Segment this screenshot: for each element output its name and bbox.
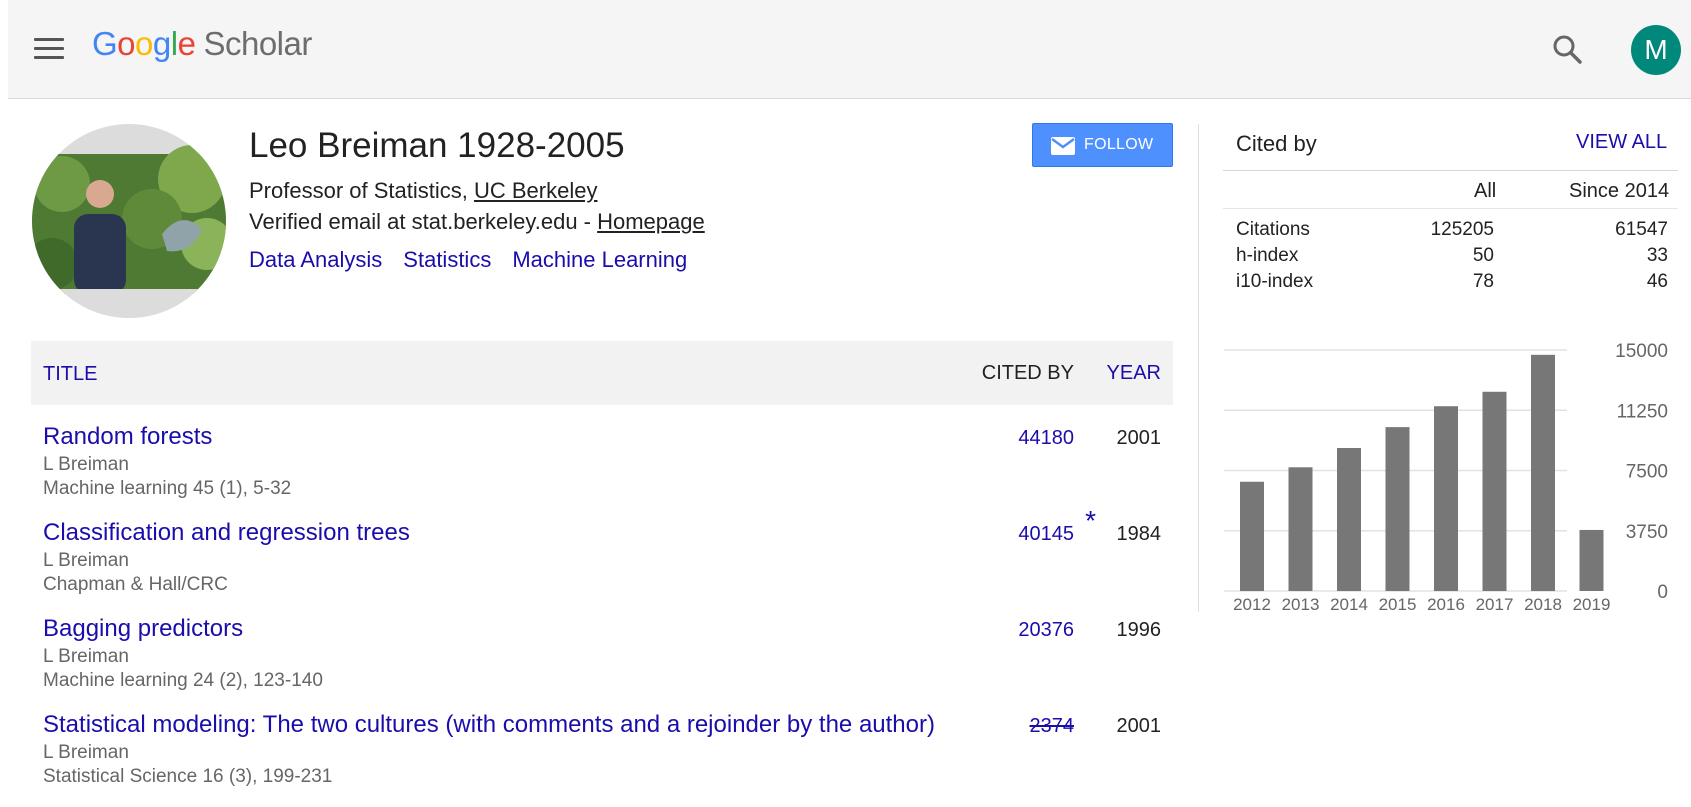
account-avatar[interactable]: M xyxy=(1631,25,1681,75)
y-tick-label: 0 xyxy=(1657,582,1668,603)
stat-label: i10-index xyxy=(1236,271,1314,292)
follow-button[interactable]: FOLLOW xyxy=(1032,123,1173,167)
bar-2019[interactable] xyxy=(1579,529,1604,591)
article-authors: L Breiman xyxy=(43,454,129,475)
email-text: Verified email at stat.berkeley.edu - xyxy=(249,209,598,234)
bar-2013[interactable] xyxy=(1288,467,1313,591)
stat-all: 78 xyxy=(1472,271,1494,292)
col-since-header: Since 2014 xyxy=(1569,180,1670,202)
citation-stat-row: Citations 125205 61547 xyxy=(1236,219,1668,243)
stat-all: 125205 xyxy=(1430,219,1494,240)
y-tick-label: 11250 xyxy=(1617,401,1668,422)
google-scholar-logo[interactable]: Google Scholar xyxy=(92,25,312,63)
stat-since: 61547 xyxy=(1615,219,1668,240)
table-row: Random forests L Breiman Machine learnin… xyxy=(31,423,1173,519)
cited-by-count-link[interactable]: 20376 xyxy=(1018,619,1074,642)
cited-by-count-link[interactable]: 44180 xyxy=(1018,427,1074,450)
article-title-link[interactable]: Classification and regression trees xyxy=(43,519,410,547)
cited-by-count-link[interactable]: 40145 xyxy=(1018,523,1074,546)
x-tick-label: 2015 xyxy=(1379,595,1417,614)
divider xyxy=(1223,208,1678,209)
affiliation-text: Professor of Statistics, xyxy=(249,178,474,203)
search-icon[interactable] xyxy=(1551,33,1585,67)
stat-all: 50 xyxy=(1472,245,1494,266)
x-tick-label: 2018 xyxy=(1524,595,1562,614)
profile-email: Verified email at stat.berkeley.edu - Ho… xyxy=(249,209,705,235)
article-title-link[interactable]: Random forests xyxy=(43,423,212,451)
citation-stat-row: h-index 50 33 xyxy=(1236,245,1668,269)
interest-link[interactable]: Statistics xyxy=(403,247,491,272)
x-tick-label: 2013 xyxy=(1282,595,1320,614)
bar-2017[interactable] xyxy=(1482,391,1507,591)
y-tick-label: 7500 xyxy=(1626,462,1668,483)
profile-name: Leo Breiman 1928-2005 xyxy=(249,126,625,165)
x-tick-label: 2019 xyxy=(1573,595,1611,614)
divider xyxy=(1223,170,1678,171)
merged-citations-star[interactable]: * xyxy=(1085,505,1096,537)
article-year: 2001 xyxy=(1116,427,1162,449)
article-year: 2001 xyxy=(1116,715,1162,737)
article-venue: Machine learning 24 (2), 123-140 xyxy=(43,670,323,691)
bar-2018[interactable] xyxy=(1531,354,1555,591)
x-tick-label: 2012 xyxy=(1233,595,1271,614)
y-tick-label: 15000 xyxy=(1615,341,1668,362)
article-authors: L Breiman xyxy=(43,550,129,571)
cited-by-title: Cited by xyxy=(1236,131,1317,156)
x-tick-label: 2016 xyxy=(1427,595,1465,614)
menu-icon[interactable] xyxy=(34,38,64,60)
sort-by-title[interactable]: TITLE xyxy=(43,363,97,386)
interest-link[interactable]: Machine Learning xyxy=(512,247,687,272)
article-title-link[interactable]: Statistical modeling: The two cultures (… xyxy=(43,711,935,739)
profile-photo xyxy=(32,124,226,318)
research-interests: Data Analysis Statistics Machine Learning xyxy=(249,247,708,273)
bar-2014[interactable] xyxy=(1337,448,1361,591)
cited-by-header: CITED BY xyxy=(981,362,1074,384)
sort-by-year[interactable]: YEAR xyxy=(1107,362,1161,385)
citations-per-year-chart: 0 3750 7500 11250 15000 2012 2013 2014 2015 2016 2… xyxy=(1224,341,1668,614)
stat-label: h-index xyxy=(1236,245,1299,266)
stat-label: Citations xyxy=(1236,219,1310,240)
table-row: Bagging predictors L Breiman Machine lea… xyxy=(31,615,1173,711)
citation-stat-row: i10-index 78 46 xyxy=(1236,271,1668,295)
article-authors: L Breiman xyxy=(43,742,129,763)
profile-affiliation: Professor of Statistics, UC Berkeley xyxy=(249,178,597,204)
article-authors: L Breiman xyxy=(43,646,129,667)
article-venue: Statistical Science 16 (3), 199-231 xyxy=(43,766,333,787)
table-row: Statistical modeling: The two cultures (… xyxy=(31,711,1173,807)
bar-2012[interactable] xyxy=(1240,481,1264,591)
mail-icon xyxy=(1051,137,1075,155)
view-all-link[interactable]: VIEW ALL xyxy=(1576,131,1667,154)
x-tick-label: 2014 xyxy=(1330,595,1368,614)
article-year: 1984 xyxy=(1116,523,1162,545)
y-tick-label: 3750 xyxy=(1626,522,1668,543)
affiliation-link[interactable]: UC Berkeley xyxy=(474,178,597,203)
bar-2015[interactable] xyxy=(1385,427,1410,591)
article-year: 1996 xyxy=(1116,619,1162,641)
interest-link[interactable]: Data Analysis xyxy=(249,247,382,272)
table-header: TITLE CITED BY YEAR xyxy=(31,341,1173,405)
col-all-header: All xyxy=(1474,180,1497,202)
cited-by-count-link[interactable]: 2374 xyxy=(1030,715,1075,738)
x-tick-label: 2017 xyxy=(1476,595,1514,614)
homepage-link[interactable]: Homepage xyxy=(597,209,705,234)
follow-label: FOLLOW xyxy=(1084,136,1154,153)
article-title-link[interactable]: Bagging predictors xyxy=(43,615,243,643)
top-app-bar: Google Scholar M xyxy=(8,0,1691,99)
table-row: Classification and regression trees L Br… xyxy=(31,505,1173,615)
article-venue: Machine learning 45 (1), 5-32 xyxy=(43,478,292,499)
article-venue: Chapman & Hall/CRC xyxy=(43,574,228,595)
bar-2016[interactable] xyxy=(1434,406,1458,591)
stat-since: 33 xyxy=(1646,245,1668,266)
column-divider xyxy=(1198,124,1199,612)
stat-since: 46 xyxy=(1646,271,1668,292)
